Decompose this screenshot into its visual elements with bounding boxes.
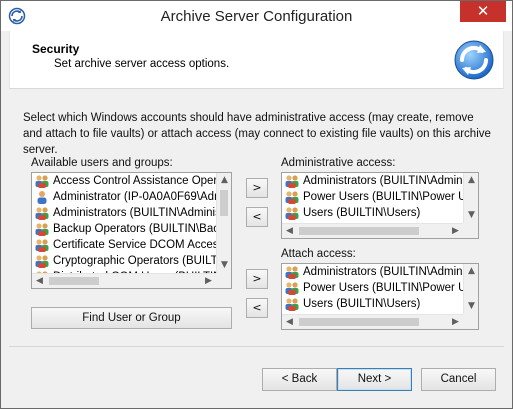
dialog-window: Archive Server Configuration ✕ Security … bbox=[0, 0, 513, 409]
next-button[interactable]: Next > bbox=[337, 368, 412, 391]
list-item-label: Power Users (BUILTIN\Power Users) bbox=[303, 282, 463, 294]
scroll-up-icon[interactable]: ▲ bbox=[464, 173, 478, 188]
admin-list-items: Administrators (BUILTIN\Administrators) P… bbox=[282, 173, 463, 223]
admin-vscrollbar[interactable]: ▲ ▼ bbox=[463, 173, 478, 223]
attach-hscroll-thumb[interactable] bbox=[299, 318, 419, 326]
list-item[interactable]: Power Users (BUILTIN\Power Users) bbox=[282, 280, 463, 296]
refresh-globe-icon bbox=[454, 40, 494, 80]
group-icon bbox=[34, 174, 50, 188]
group-icon bbox=[284, 174, 300, 188]
scroll-down-icon[interactable]: ▼ bbox=[464, 208, 478, 223]
attach-list-items: Administrators (BUILTIN\Administrators) P… bbox=[282, 264, 463, 314]
list-item-label: Access Control Assistance Operators bbox=[53, 175, 216, 187]
list-item[interactable]: Administrator (IP-0A0A0F69\Administrator… bbox=[32, 189, 216, 205]
group-icon bbox=[284, 206, 300, 220]
list-item[interactable]: Cryptographic Operators (BUILTIN\Cryptog… bbox=[32, 253, 216, 269]
group-icon bbox=[284, 297, 300, 311]
group-icon bbox=[34, 222, 50, 236]
list-item-label: Users (BUILTIN\Users) bbox=[303, 298, 421, 310]
list-item-label: Administrator (IP-0A0A0F69\Administrator… bbox=[53, 191, 216, 203]
list-item[interactable]: Administrators (BUILTIN\Administrators) bbox=[282, 264, 463, 280]
scroll-right-icon[interactable]: ▶ bbox=[201, 274, 216, 288]
instructions-text: Select which Windows accounts should hav… bbox=[23, 112, 491, 156]
list-item[interactable]: Users (BUILTIN\Users) bbox=[282, 205, 463, 221]
list-item[interactable]: Administrators (BUILTIN\Administrators) bbox=[32, 205, 216, 221]
available-hscroll-thumb[interactable] bbox=[49, 277, 99, 285]
close-button[interactable]: ✕ bbox=[460, 1, 506, 22]
scroll-up-icon[interactable]: ▲ bbox=[217, 173, 231, 188]
attach-access-label: Attach access: bbox=[281, 248, 356, 260]
group-icon bbox=[284, 265, 300, 279]
available-users-list[interactable]: Access Control Assistance Operators Admin… bbox=[31, 172, 232, 289]
available-vscroll-thumb[interactable] bbox=[220, 190, 228, 216]
scroll-corner bbox=[463, 314, 478, 329]
admin-hscroll-thumb[interactable] bbox=[299, 227, 419, 235]
available-vscrollbar[interactable]: ▲ ▼ bbox=[216, 173, 231, 273]
list-item-label: Administrators (BUILTIN\Administrators) bbox=[303, 175, 463, 187]
group-icon bbox=[34, 206, 50, 220]
title-bar: Archive Server Configuration ✕ bbox=[1, 1, 512, 31]
find-user-or-group-button[interactable]: Find User or Group bbox=[31, 307, 232, 329]
group-icon bbox=[284, 190, 300, 204]
list-item-label: Users (BUILTIN\Users) bbox=[303, 207, 421, 219]
footer-divider bbox=[9, 346, 504, 347]
scroll-corner bbox=[463, 223, 478, 238]
list-item-label: Certificate Service DCOM Access bbox=[53, 239, 216, 251]
admin-access-label: Administrative access: bbox=[281, 157, 396, 169]
wizard-header: Security Set archive server access optio… bbox=[9, 31, 504, 89]
group-icon bbox=[34, 238, 50, 252]
attach-vscrollbar[interactable]: ▲ ▼ bbox=[463, 264, 478, 314]
user-icon bbox=[34, 190, 50, 204]
list-item[interactable]: Users (BUILTIN\Users) bbox=[282, 296, 463, 312]
scroll-down-icon[interactable]: ▼ bbox=[464, 299, 478, 314]
remove-admin-button[interactable]: < bbox=[246, 207, 268, 227]
admin-hscrollbar[interactable]: ◀ ▶ bbox=[282, 223, 463, 238]
list-item-label: Backup Operators (BUILTIN\Backup Operato… bbox=[53, 223, 216, 235]
remove-attach-button[interactable]: < bbox=[246, 298, 268, 318]
scroll-left-icon[interactable]: ◀ bbox=[32, 274, 47, 288]
available-list-items: Access Control Assistance Operators Admin… bbox=[32, 173, 216, 273]
available-label: Available users and groups: bbox=[31, 157, 173, 169]
scroll-left-icon[interactable]: ◀ bbox=[282, 224, 297, 238]
add-admin-button[interactable]: > bbox=[246, 178, 268, 198]
admin-access-list[interactable]: Administrators (BUILTIN\Administrators) P… bbox=[281, 172, 479, 239]
group-icon bbox=[284, 281, 300, 295]
list-item-label: Administrators (BUILTIN\Administrators) bbox=[53, 207, 216, 219]
attach-access-list[interactable]: Administrators (BUILTIN\Administrators) P… bbox=[281, 263, 479, 330]
group-icon bbox=[34, 254, 50, 268]
scroll-up-icon[interactable]: ▲ bbox=[464, 264, 478, 279]
list-item-label: Cryptographic Operators (BUILTIN\Cryptog… bbox=[53, 255, 216, 267]
page-title: Security bbox=[32, 42, 80, 56]
scroll-right-icon[interactable]: ▶ bbox=[448, 315, 463, 329]
page-subtitle: Set archive server access options. bbox=[54, 58, 230, 70]
list-item[interactable]: Access Control Assistance Operators bbox=[32, 173, 216, 189]
available-hscrollbar[interactable]: ◀ ▶ bbox=[32, 273, 216, 288]
list-item[interactable]: Administrators (BUILTIN\Administrators) bbox=[282, 173, 463, 189]
scroll-corner bbox=[216, 273, 231, 288]
add-attach-button[interactable]: > bbox=[246, 269, 268, 289]
scroll-right-icon[interactable]: ▶ bbox=[448, 224, 463, 238]
back-button[interactable]: < Back bbox=[262, 368, 337, 391]
list-item[interactable]: Power Users (BUILTIN\Power Users) bbox=[282, 189, 463, 205]
scroll-down-icon[interactable]: ▼ bbox=[217, 258, 231, 273]
list-item-label: Power Users (BUILTIN\Power Users) bbox=[303, 191, 463, 203]
list-item-label: Administrators (BUILTIN\Administrators) bbox=[303, 266, 463, 278]
attach-hscrollbar[interactable]: ◀ ▶ bbox=[282, 314, 463, 329]
list-item[interactable]: Backup Operators (BUILTIN\Backup Operato… bbox=[32, 221, 216, 237]
scroll-left-icon[interactable]: ◀ bbox=[282, 315, 297, 329]
list-item[interactable]: Certificate Service DCOM Access bbox=[32, 237, 216, 253]
cancel-button[interactable]: Cancel bbox=[421, 368, 496, 391]
window-title: Archive Server Configuration bbox=[160, 8, 353, 25]
